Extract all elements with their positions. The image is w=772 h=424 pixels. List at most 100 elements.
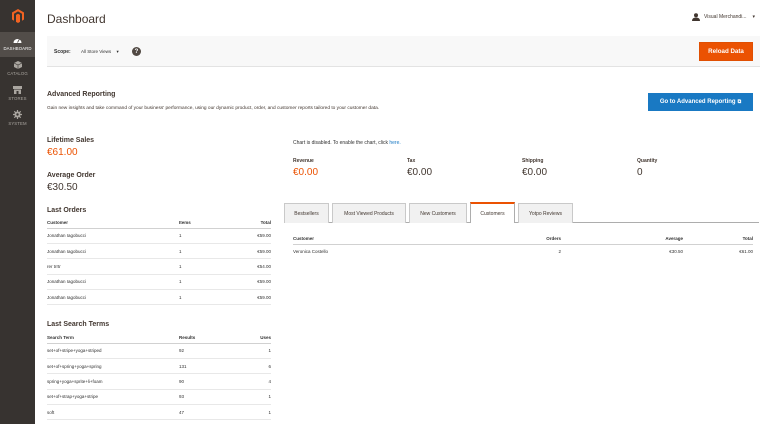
tab-yotpo-reviews[interactable]: Yotpo Reviews bbox=[518, 203, 573, 223]
table-row[interactable]: Jonathan Iagobucci 1 €59.00 bbox=[47, 289, 271, 306]
system-icon bbox=[13, 110, 22, 119]
catalog-icon bbox=[13, 60, 22, 69]
total-value: €0.00 bbox=[407, 167, 433, 178]
dashboard-icon bbox=[13, 35, 22, 44]
tab-new-customers[interactable]: New Customers bbox=[409, 203, 467, 223]
advanced-reporting-button-label: Go to Advanced Reporting bbox=[659, 99, 736, 105]
magento-logo[interactable] bbox=[0, 0, 35, 32]
tab-customers[interactable]: Customers bbox=[470, 202, 515, 223]
customer-name: Veronica Costello bbox=[293, 249, 329, 255]
table-row[interactable]: spring+yoga+sprite+li+foam 90 4 bbox=[47, 373, 271, 390]
scope-selected-value: All Store Views bbox=[81, 49, 112, 54]
user-name: Visual Merchandi... bbox=[704, 14, 747, 20]
total-value: €0.00 bbox=[522, 167, 548, 178]
enable-chart-link[interactable]: here. bbox=[389, 140, 400, 146]
table-row[interactable]: Veronica Costello 2 €30.50 €61.00 bbox=[293, 244, 753, 259]
chart-disabled-text: Chart is disabled. To enable the chart, … bbox=[293, 140, 388, 146]
column-header-search-term: Search Term bbox=[47, 332, 179, 344]
total-label: Tax bbox=[407, 158, 416, 164]
lifetime-sales-label: Lifetime Sales bbox=[47, 137, 95, 144]
advanced-reporting-description: Gain new insights and take command of yo… bbox=[47, 106, 380, 111]
sidebar-item-stores[interactable]: STORES bbox=[0, 82, 35, 107]
order-total: €59.00 bbox=[229, 243, 271, 260]
lifetime-sales-value: €61.00 bbox=[47, 147, 78, 158]
column-header-results: Results bbox=[179, 332, 229, 344]
dashboard-tabs: Bestsellers Most Viewed Products New Cus… bbox=[284, 202, 759, 223]
total-label: Shipping bbox=[522, 158, 544, 164]
reload-data-button[interactable]: Reload Data bbox=[699, 42, 753, 61]
table-row[interactable]: set+of+stripe+yoga+striped 92 1 bbox=[47, 343, 271, 359]
total-quantity: Quantity 0 bbox=[637, 158, 657, 178]
search-results: 92 bbox=[179, 343, 229, 359]
table-header-row: Customer Items Total bbox=[47, 217, 271, 229]
scope-bar: Scope: All Store Views ▾ ? Reload Data bbox=[47, 36, 760, 67]
total-revenue: Revenue €0.00 bbox=[293, 158, 318, 178]
tab-most-viewed-products[interactable]: Most Viewed Products bbox=[332, 203, 406, 223]
order-customer: Jonathan Iagobucci bbox=[47, 243, 179, 260]
user-account-menu[interactable]: Visual Merchandi... ▾ bbox=[692, 13, 755, 21]
help-icon[interactable]: ? bbox=[132, 47, 141, 56]
sidebar-item-dashboard[interactable]: DASHBOARD bbox=[0, 32, 35, 57]
table-row[interactable]: set+of+strap+yoga+stripe 93 1 bbox=[47, 389, 271, 406]
column-header-average: Average bbox=[561, 233, 683, 245]
search-results: 93 bbox=[179, 389, 229, 406]
column-header-uses: Uses bbox=[229, 332, 271, 344]
total-shipping: Shipping €0.00 bbox=[522, 158, 547, 178]
search-term: set+of+stripe+yoga+striped bbox=[47, 343, 179, 359]
tab-bestsellers[interactable]: Bestsellers bbox=[284, 203, 329, 223]
search-results: 47 bbox=[179, 404, 229, 421]
total-value: 0 bbox=[637, 167, 643, 178]
scope-label: Scope: bbox=[54, 49, 71, 55]
order-customer: Jonathan Iagobucci bbox=[47, 289, 179, 306]
order-items: 1 bbox=[179, 228, 229, 244]
total-label: Revenue bbox=[293, 158, 314, 164]
scope-switcher[interactable]: All Store Views ▾ bbox=[81, 49, 119, 55]
order-items: 1 bbox=[179, 289, 229, 306]
customer-total: €61.00 bbox=[739, 249, 753, 255]
order-items: 1 bbox=[179, 258, 229, 275]
table-row[interactable]: set+of+spring+yoga+spring 131 6 bbox=[47, 358, 271, 375]
table-row[interactable]: Jonathan Iagobucci 1 €59.00 bbox=[47, 274, 271, 291]
order-total: €59.00 bbox=[229, 274, 271, 291]
search-uses: 4 bbox=[229, 373, 271, 390]
order-customer: rer trrtr bbox=[47, 258, 179, 275]
external-link-icon: ⧉ bbox=[737, 99, 742, 105]
table-row[interactable]: soft 47 1 bbox=[47, 404, 271, 421]
user-icon bbox=[692, 13, 701, 21]
last-orders-title: Last Orders bbox=[47, 207, 87, 214]
magento-logo-icon bbox=[11, 9, 24, 23]
column-header-customer: Customer bbox=[47, 217, 179, 229]
column-header-orders: Orders bbox=[513, 233, 561, 245]
last-search-terms-table: Search Term Results Uses set+of+stripe+y… bbox=[47, 332, 271, 421]
column-header-total: Total bbox=[229, 217, 271, 229]
go-to-advanced-reporting-button[interactable]: Go to Advanced Reporting ⧉ bbox=[648, 93, 753, 111]
sidebar-item-label: SYSTEM bbox=[8, 121, 27, 126]
search-results: 131 bbox=[179, 358, 229, 375]
search-term: set+of+strap+yoga+stripe bbox=[47, 389, 179, 406]
sidebar-item-label: STORES bbox=[8, 96, 27, 101]
chevron-down-icon: ▾ bbox=[752, 14, 755, 20]
order-items: 1 bbox=[179, 243, 229, 260]
customer-average: €30.50 bbox=[669, 249, 683, 255]
last-search-terms-title: Last Search Terms bbox=[47, 321, 110, 328]
column-header-items: Items bbox=[179, 217, 229, 229]
search-uses: 1 bbox=[229, 404, 271, 421]
sidebar-item-label: CATALOG bbox=[7, 71, 28, 76]
table-row[interactable]: Jonathan Iagobucci 1 €59.00 bbox=[47, 243, 271, 260]
order-total: €59.00 bbox=[229, 228, 271, 244]
order-total: €54.00 bbox=[229, 258, 271, 275]
page-title: Dashboard bbox=[47, 12, 106, 26]
sidebar-item-system[interactable]: SYSTEM bbox=[0, 107, 35, 132]
chevron-down-icon: ▾ bbox=[116, 49, 119, 54]
order-customer: Jonathan Iagobucci bbox=[47, 274, 179, 291]
admin-sidebar: DASHBOARD CATALOG STORES SYSTEM bbox=[0, 0, 35, 424]
sidebar-item-catalog[interactable]: CATALOG bbox=[0, 57, 35, 82]
search-term: set+of+spring+yoga+spring bbox=[47, 358, 179, 375]
customer-orders: 2 bbox=[558, 249, 561, 255]
column-header-total: Total bbox=[683, 233, 753, 245]
table-row[interactable]: rer trrtr 1 €54.00 bbox=[47, 258, 271, 275]
customers-grid: Customer Orders Average Total Veronica C… bbox=[293, 233, 753, 259]
search-results: 90 bbox=[179, 373, 229, 390]
table-row[interactable]: Jonathan Iagobucci 1 €59.00 bbox=[47, 228, 271, 244]
total-label: Quantity bbox=[637, 158, 658, 164]
